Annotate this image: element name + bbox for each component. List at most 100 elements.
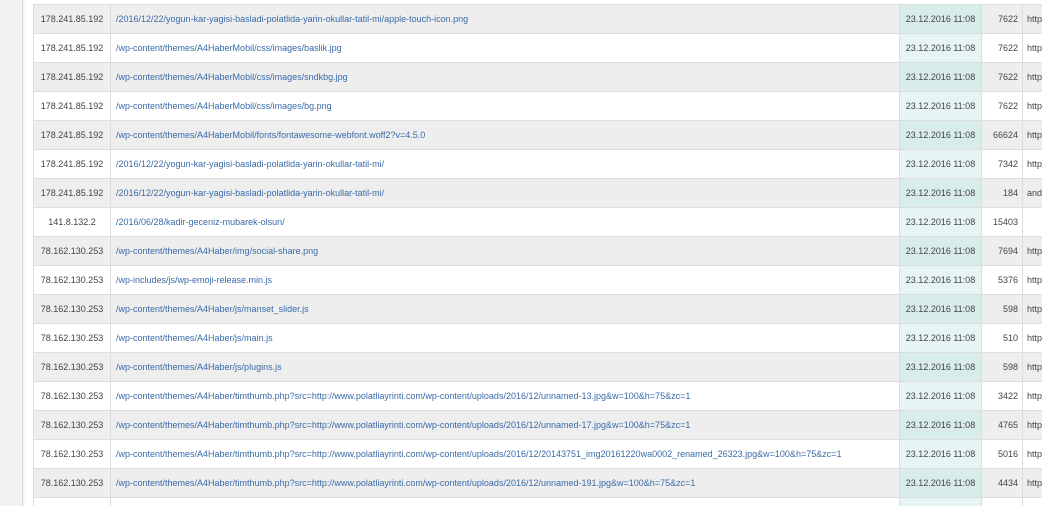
size-cell: 3422: [981, 381, 1023, 411]
request-path-text[interactable]: /2016/12/22/yogun-kar-yagisi-basladi-pol…: [116, 188, 384, 198]
request-path-text[interactable]: /wp-content/themes/A4HaberMobil/css/imag…: [116, 72, 348, 82]
timestamp-cell: 23.12.2016 11:08: [899, 294, 982, 324]
access-log-body: 178.241.85.192/2016/12/22/yogun-kar-yagi…: [33, 4, 1042, 506]
table-row: 178.241.85.192/wp-content/themes/A4Haber…: [33, 91, 1042, 121]
table-row: 178.241.85.192/wp-content/themes/A4Haber…: [33, 120, 1042, 150]
timestamp-cell: 23.12.2016 11:08: [899, 410, 982, 440]
request-path-link[interactable]: /wp-includes/js/wp-emoji-release.min.js: [110, 265, 900, 295]
ip-address-cell: 178.241.85.192: [33, 91, 111, 121]
request-path-text[interactable]: /wp-includes/js/wp-emoji-release.min.js: [116, 275, 272, 285]
size-cell: 5376: [981, 265, 1023, 295]
request-path-link[interactable]: /wp-content/themes/A4HaberMobil/css/imag…: [110, 33, 900, 63]
size-cell: 7694: [981, 236, 1023, 266]
request-path-link[interactable]: /2016/12/22/yogun-kar-yagisi-basladi-pol…: [110, 4, 900, 34]
request-path-text[interactable]: /2016/06/28/kadir-geceniz-mubarek-olsun/: [116, 217, 285, 227]
request-path-text[interactable]: /wp-content/themes/A4HaberMobil/css/imag…: [116, 43, 342, 53]
size-cell: 598: [981, 294, 1023, 324]
request-path-text[interactable]: /wp-content/themes/A4Haber/js/main.js: [116, 333, 273, 343]
timestamp-cell: 23.12.2016 11:08: [899, 120, 982, 150]
size-cell: 4434: [981, 468, 1023, 498]
ip-address-cell: 178.241.85.192: [33, 120, 111, 150]
referrer-cell: http:: [1022, 294, 1042, 324]
referrer-cell: andr: [1022, 178, 1042, 208]
timestamp-cell: 23.12.2016 11:08: [899, 178, 982, 208]
referrer-cell: http:: [1022, 62, 1042, 92]
referrer-cell: http:: [1022, 120, 1042, 150]
referrer-cell: http:: [1022, 149, 1042, 179]
table-row: 78.162.130.253/wp-content/themes/A4Haber…: [33, 236, 1042, 266]
ip-address-cell: 78.162.130.253: [33, 265, 111, 295]
table-row: 178.241.85.192/2016/12/22/yogun-kar-yagi…: [33, 149, 1042, 179]
table-row: 78.162.130.253/wp-content/themes/A4Haber…: [33, 468, 1042, 498]
referrer-cell: http:: [1022, 236, 1042, 266]
request-path-text[interactable]: /wp-content/themes/A4Haber/js/plugins.js: [116, 362, 282, 372]
request-path-text[interactable]: /wp-content/themes/A4Haber/img/social-sh…: [116, 246, 318, 256]
request-path-link[interactable]: /wp-content/themes/A4HaberMobil/fonts/fo…: [110, 120, 900, 150]
referrer-cell: http:: [1022, 265, 1042, 295]
request-path-text[interactable]: /wp-content/themes/A4HaberMobil/css/imag…: [116, 101, 332, 111]
referrer-cell: http:: [1022, 4, 1042, 34]
timestamp-cell: 23.12.2016 11:08: [899, 352, 982, 382]
size-cell: 184: [981, 178, 1023, 208]
request-path-link[interactable]: /wp-content/themes/A4Haber/timthumb.php?…: [110, 468, 900, 498]
left-gutter: [0, 0, 23, 506]
request-path-link[interactable]: /wp-content/themes/A4Haber/timthumb.php?…: [110, 439, 900, 469]
ip-address-cell: 78.162.130.253: [33, 352, 111, 382]
request-path-text[interactable]: /wp-content/themes/A4Haber/timthumb.php?…: [116, 420, 690, 430]
access-log-table: 178.241.85.192/2016/12/22/yogun-kar-yagi…: [33, 4, 1042, 506]
size-cell: 510: [981, 323, 1023, 353]
request-path-link[interactable]: /wp-content/themes/A4Haber/js/plugins.js: [110, 352, 900, 382]
request-path-link[interactable]: /wp-content/themes/A4Haber/js/manset_sli…: [110, 294, 900, 324]
request-path-link[interactable]: /2016/12/22/yogun-kar-yagisi-basladi-pol…: [110, 178, 900, 208]
timestamp-cell: 23.12.2016 11:08: [899, 439, 982, 469]
timestamp-cell: 23.12.2016 11:08: [899, 207, 982, 237]
referrer-cell: http:: [1022, 352, 1042, 382]
timestamp-cell: 23.12.2016 11:08: [899, 33, 982, 63]
size-cell: 7622: [981, 4, 1023, 34]
request-path-link[interactable]: /wp-content/themes/A4HaberMobil/css/imag…: [110, 91, 900, 121]
referrer-cell: http:: [1022, 468, 1042, 498]
request-path-link[interactable]: /2016/12/22/yogun-kar-yagisi-basladi-pol…: [110, 149, 900, 179]
timestamp-cell: 23.12.2016 11:08: [899, 4, 982, 34]
request-path-text[interactable]: /2016/12/22/yogun-kar-yagisi-basladi-pol…: [116, 14, 468, 24]
empty-cell: [110, 497, 900, 506]
request-path-text[interactable]: /wp-content/themes/A4Haber/timthumb.php?…: [116, 391, 690, 401]
request-path-text[interactable]: /2016/12/22/yogun-kar-yagisi-basladi-pol…: [116, 159, 384, 169]
timestamp-cell: 23.12.2016 11:08: [899, 381, 982, 411]
request-path-link[interactable]: /wp-content/themes/A4HaberMobil/css/imag…: [110, 62, 900, 92]
request-path-link[interactable]: /wp-content/themes/A4Haber/img/social-sh…: [110, 236, 900, 266]
size-cell: 15403: [981, 207, 1023, 237]
table-row: 178.241.85.192/2016/12/22/yogun-kar-yagi…: [33, 4, 1042, 34]
table-row: 141.8.132.2/2016/06/28/kadir-geceniz-mub…: [33, 207, 1042, 237]
empty-cell: [1022, 497, 1042, 506]
request-path-text[interactable]: /wp-content/themes/A4Haber/timthumb.php?…: [116, 449, 841, 459]
table-row: 178.241.85.192/wp-content/themes/A4Haber…: [33, 33, 1042, 63]
table-row: 78.162.130.253/wp-content/themes/A4Haber…: [33, 323, 1042, 353]
timestamp-cell: 23.12.2016 11:08: [899, 236, 982, 266]
table-row: 78.162.130.253/wp-includes/js/wp-emoji-r…: [33, 265, 1042, 295]
request-path-text[interactable]: /wp-content/themes/A4HaberMobil/fonts/fo…: [116, 130, 425, 140]
table-row: 78.162.130.253/wp-content/themes/A4Haber…: [33, 439, 1042, 469]
referrer-cell: http:: [1022, 439, 1042, 469]
empty-cell: [33, 497, 111, 506]
referrer-cell: http:: [1022, 381, 1042, 411]
size-cell: 7622: [981, 91, 1023, 121]
request-path-link[interactable]: /wp-content/themes/A4Haber/js/main.js: [110, 323, 900, 353]
timestamp-cell: 23.12.2016 11:08: [899, 91, 982, 121]
empty-cell: [899, 497, 982, 506]
table-row: 178.241.85.192/2016/12/22/yogun-kar-yagi…: [33, 178, 1042, 208]
table-row: 78.162.130.253/wp-content/themes/A4Haber…: [33, 352, 1042, 382]
request-path-link[interactable]: /2016/06/28/kadir-geceniz-mubarek-olsun/: [110, 207, 900, 237]
table-row: 78.162.130.253/wp-content/themes/A4Haber…: [33, 381, 1042, 411]
request-path-text[interactable]: /wp-content/themes/A4Haber/timthumb.php?…: [116, 478, 695, 488]
ip-address-cell: 78.162.130.253: [33, 294, 111, 324]
timestamp-cell: 23.12.2016 11:08: [899, 62, 982, 92]
request-path-link[interactable]: /wp-content/themes/A4Haber/timthumb.php?…: [110, 381, 900, 411]
request-path-link[interactable]: /wp-content/themes/A4Haber/timthumb.php?…: [110, 410, 900, 440]
access-log-table-container: 178.241.85.192/2016/12/22/yogun-kar-yagi…: [33, 4, 1042, 506]
ip-address-cell: 78.162.130.253: [33, 468, 111, 498]
ip-address-cell: 78.162.130.253: [33, 323, 111, 353]
timestamp-cell: 23.12.2016 11:08: [899, 149, 982, 179]
request-path-text[interactable]: /wp-content/themes/A4Haber/js/manset_sli…: [116, 304, 309, 314]
size-cell: 66624: [981, 120, 1023, 150]
